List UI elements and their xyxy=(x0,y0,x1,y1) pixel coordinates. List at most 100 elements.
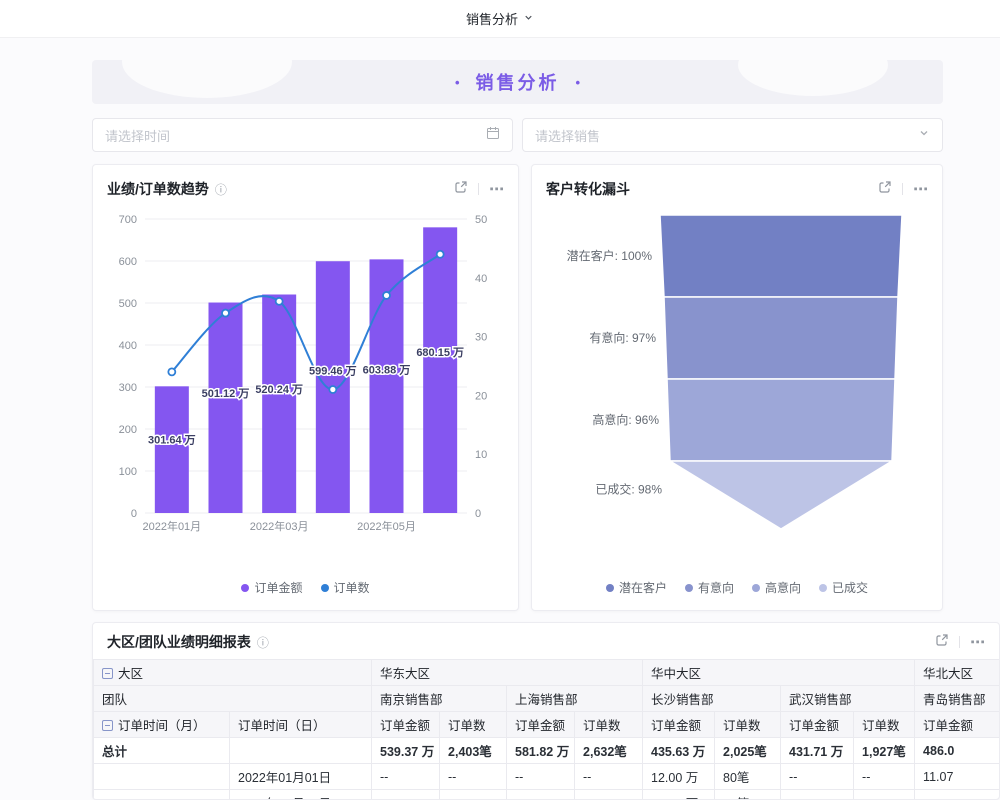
table-cell: 539.37 万 xyxy=(372,738,440,764)
line-point[interactable] xyxy=(276,298,283,305)
table-cell: 2,025笔 xyxy=(715,738,781,764)
table-cell: 11.07 xyxy=(915,764,1000,790)
svg-text:2022年05月: 2022年05月 xyxy=(357,519,416,533)
table-row: 2022年01月02日--------23.05 万98笔---- xyxy=(94,790,1000,800)
svg-text:500: 500 xyxy=(119,298,137,310)
sales-filter-select[interactable]: 请选择销售 xyxy=(522,118,943,152)
funnel-segment[interactable] xyxy=(664,297,898,379)
legend-item[interactable]: 已成交 xyxy=(819,579,868,596)
legend-dot xyxy=(819,584,827,592)
table-cell: 435.63 万 xyxy=(643,738,715,764)
order-amount-bar[interactable] xyxy=(423,227,457,513)
table-cell: 2,403笔 xyxy=(440,738,507,764)
legend-item[interactable]: 订单数 xyxy=(321,579,370,596)
legend-dot xyxy=(685,584,693,592)
chevron-down-icon xyxy=(918,126,930,144)
legend-dot xyxy=(321,584,329,592)
collapse-icon[interactable] xyxy=(102,668,113,679)
table-header-cell: 南京销售部 xyxy=(372,686,507,712)
table-header-cell: 武汉销售部 xyxy=(781,686,915,712)
export-icon[interactable] xyxy=(878,180,892,199)
trend-card: 业绩/订单数趋势 ⓘ ⋯ 010020030040050060070001020… xyxy=(92,164,519,611)
banner-dot: • xyxy=(455,75,460,90)
table-header-cell: 华中大区 xyxy=(643,660,915,686)
svg-text:501.12 万: 501.12 万 xyxy=(202,387,250,400)
page-title[interactable]: 销售分析 xyxy=(466,9,518,28)
collapse-icon[interactable] xyxy=(102,720,113,731)
divider xyxy=(478,183,479,195)
trend-chart-svg[interactable]: 0100200300400500600700010203040502022年01… xyxy=(107,205,506,557)
order-amount-bar[interactable] xyxy=(209,303,243,513)
line-point[interactable] xyxy=(383,292,390,299)
funnel-segment[interactable] xyxy=(667,379,895,461)
table-cell: -- xyxy=(507,764,575,790)
table-cell: -- xyxy=(440,764,507,790)
line-point[interactable] xyxy=(222,310,229,317)
funnel-card: 客户转化漏斗 ⋯ 潜在客户: 100%有意向: 97%高意向: 96%已成交: … xyxy=(531,164,943,611)
svg-text:已成交: 98%: 已成交: 98% xyxy=(595,482,662,497)
svg-text:520.24 万: 520.24 万 xyxy=(255,383,303,396)
line-point[interactable] xyxy=(437,251,444,258)
table-cell: -- xyxy=(372,764,440,790)
svg-text:2022年03月: 2022年03月 xyxy=(250,519,309,533)
table-cell: 581.82 万 xyxy=(507,738,575,764)
divider xyxy=(959,636,960,648)
line-point[interactable] xyxy=(168,368,175,375)
funnel-legend: 潜在客户 有意向 高意向 已成交 xyxy=(546,579,928,596)
table-cell: 23.05 万 xyxy=(643,790,715,800)
table-header-cell: 华北大区 xyxy=(915,660,1000,686)
table-header-cell: 订单数 xyxy=(575,712,643,738)
divider xyxy=(902,183,903,195)
svg-text:100: 100 xyxy=(119,466,137,478)
legend-item[interactable]: 潜在客户 xyxy=(606,579,667,596)
table-header-cell: 订单数 xyxy=(440,712,507,738)
table-cell xyxy=(915,790,1000,800)
more-icon[interactable]: ⋯ xyxy=(913,182,928,197)
svg-text:有意向: 97%: 有意向: 97% xyxy=(589,330,656,345)
chevron-down-icon[interactable] xyxy=(523,11,534,26)
calendar-icon xyxy=(486,126,500,145)
svg-text:300: 300 xyxy=(119,382,137,394)
table-cell: -- xyxy=(781,764,854,790)
table-header-cell: 订单金额 xyxy=(781,712,854,738)
table-header-cell: 青岛销售部 xyxy=(915,686,1000,712)
banner-decoration xyxy=(122,60,292,98)
legend-item[interactable]: 订单金额 xyxy=(241,579,302,596)
table-header-cell: 订单金额 xyxy=(372,712,440,738)
export-icon[interactable] xyxy=(935,633,949,652)
export-icon[interactable] xyxy=(454,180,468,199)
table-header-cell: 订单数 xyxy=(854,712,915,738)
order-amount-bar[interactable] xyxy=(155,386,189,513)
table-cell: 总计 xyxy=(94,738,230,764)
funnel-chart-svg[interactable]: 潜在客户: 100%有意向: 97%高意向: 96%已成交: 98% xyxy=(546,205,930,539)
banner-decoration xyxy=(738,60,888,96)
table-header-cell: 上海销售部 xyxy=(507,686,643,712)
svg-text:0: 0 xyxy=(131,508,137,520)
table-cell: 12.00 万 xyxy=(643,764,715,790)
table-cell xyxy=(94,764,230,790)
legend-label: 有意向 xyxy=(698,579,734,596)
table-cell: 431.71 万 xyxy=(781,738,854,764)
line-point[interactable] xyxy=(329,386,336,393)
funnel-segment[interactable] xyxy=(670,461,892,529)
legend-item[interactable]: 高意向 xyxy=(752,579,801,596)
trend-legend: 订单金额 订单数 xyxy=(107,579,504,596)
order-amount-bar[interactable] xyxy=(262,294,296,513)
table-cell: -- xyxy=(854,764,915,790)
more-icon[interactable]: ⋯ xyxy=(970,635,985,650)
info-icon[interactable]: ⓘ xyxy=(215,181,227,198)
report-card-title: 大区/团队业绩明细报表 xyxy=(107,632,251,652)
time-filter-placeholder: 请选择时间 xyxy=(105,126,170,145)
more-icon[interactable]: ⋯ xyxy=(489,182,504,197)
banner-dot: • xyxy=(576,75,581,90)
table-cell: -- xyxy=(575,790,643,800)
table-cell: -- xyxy=(575,764,643,790)
info-icon[interactable]: ⓘ xyxy=(257,634,269,651)
legend-item[interactable]: 有意向 xyxy=(685,579,734,596)
table-cell: -- xyxy=(372,790,440,800)
table-cell: 80笔 xyxy=(715,764,781,790)
time-filter-select[interactable]: 请选择时间 xyxy=(92,118,513,152)
table-cell: 1,927笔 xyxy=(854,738,915,764)
table-cell: -- xyxy=(781,790,854,800)
funnel-segment[interactable] xyxy=(660,215,902,297)
